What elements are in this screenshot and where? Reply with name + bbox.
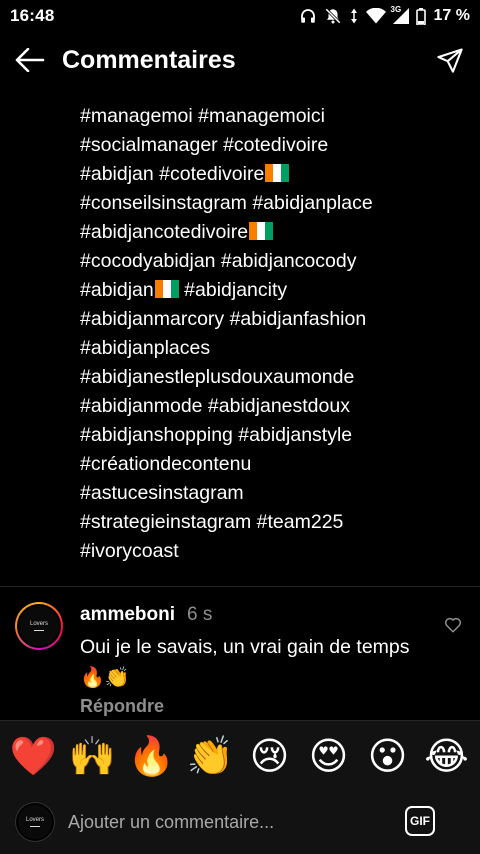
comment-text: Oui je le savais, un vrai gain de temps <box>80 636 410 658</box>
comment-input[interactable]: Ajouter un commentaire... <box>68 812 274 833</box>
caption-line: #astucesinstagram <box>80 479 470 508</box>
ivory-coast-flag-icon <box>249 220 274 240</box>
post-caption: #managemoi #managemoici #socialmanager #… <box>80 102 470 566</box>
caption-line: #conseilsinstagram #abidjanplace <box>80 189 470 218</box>
avatar[interactable]: Lovers <box>15 602 63 650</box>
notifications-off-icon <box>324 8 341 24</box>
caption-text: #abidjanmarcory #abidjanfashion <box>80 308 367 330</box>
ivory-coast-flag-icon <box>154 278 179 298</box>
gif-button[interactable]: GIF <box>405 806 435 836</box>
avatar-frame: Lovers <box>16 803 54 841</box>
avatar-logo-text: Lovers <box>25 817 44 823</box>
caption-text: #socialmanager #cotedivoire <box>80 134 329 156</box>
caption-line: #ivorycoast <box>80 537 470 566</box>
comment-header: ammeboni 6 s <box>80 604 212 626</box>
caption-line: #abidjanmode #abidjanestdoux <box>80 392 470 421</box>
arrow-left-icon <box>15 48 45 72</box>
caption-text: #abidjan <box>80 279 154 301</box>
caption-line: #cocodyabidjan #abidjancocody <box>80 247 470 276</box>
caption-text: #créationdecontenu <box>80 453 252 475</box>
caption-text: #cocodyabidjan #abidjancocody <box>80 250 357 272</box>
caption-line: #abidjanmarcory #abidjanfashion <box>80 305 470 334</box>
battery-percent: 17 % <box>433 7 470 24</box>
wifi-icon <box>365 8 386 24</box>
caption-text: #abidjanmode #abidjanestdoux <box>80 395 350 417</box>
caption-line: #abidjancotedivoire <box>80 218 470 247</box>
status-time: 16:48 <box>10 6 55 25</box>
caption-text: #abidjancity <box>184 279 288 301</box>
reply-button[interactable]: Répondre <box>80 696 164 717</box>
caption-line: #abidjanplaces <box>80 334 470 363</box>
divider <box>0 586 480 587</box>
emoji-clapping-hands-button[interactable]: 👏 <box>187 732 235 780</box>
emoji-crying-face-button[interactable]: 😢 <box>246 732 294 780</box>
caption-text: #conseilsinstagram #abidjanplace <box>80 192 373 214</box>
comment-timestamp: 6 s <box>187 604 213 625</box>
my-avatar: Lovers <box>15 802 55 842</box>
ivory-coast-flag-icon <box>265 162 290 182</box>
avatar-image: Lovers <box>18 805 52 839</box>
caption-line: #abidjan #abidjancity <box>80 276 470 305</box>
page-title: Commentaires <box>62 45 236 74</box>
comment-username[interactable]: ammeboni <box>80 604 175 626</box>
status-bar: 16:48 3G 17 % <box>0 0 480 32</box>
caption-text: #ivorycoast <box>80 540 179 562</box>
emoji-tears-of-joy-button[interactable]: 😂 <box>423 732 471 780</box>
emoji-quick-bar: ❤️ 🙌 🔥 👏 😢 😍 😮 😂 <box>0 720 480 790</box>
caption-line: #managemoi #managemoici <box>80 102 470 131</box>
comment-composer: Lovers Ajouter un commentaire... GIF <box>0 790 480 854</box>
avatar-logo-bar <box>34 630 44 631</box>
cellular-signal: 3G <box>390 5 409 24</box>
caption-text: #abidjanplaces <box>80 337 211 359</box>
caption-text: #abidjanshopping #abidjanstyle <box>80 424 353 446</box>
caption-text: #abidjancotedivoire <box>80 221 249 243</box>
emoji-astonished-face-button[interactable]: 😮 <box>364 732 412 780</box>
battery-icon <box>415 7 426 25</box>
status-icons: 3G 17 % <box>299 5 470 25</box>
caption-line: #socialmanager #cotedivoire <box>80 131 470 160</box>
caption-text: #abidjanestleplusdouxaumonde <box>80 366 355 388</box>
heart-outline-icon[interactable] <box>444 616 462 634</box>
avatar-frame: Lovers <box>17 604 61 648</box>
avatar-image: Lovers <box>19 606 59 646</box>
caption-line: #créationdecontenu <box>80 450 470 479</box>
avatar-logo-bar <box>30 826 40 827</box>
back-button[interactable] <box>0 32 60 88</box>
caption-text: #strategieinstagram #team225 <box>80 511 344 533</box>
caption-line: #strategieinstagram #team225 <box>80 508 470 537</box>
emoji-heart-eyes-button[interactable]: 😍 <box>305 732 353 780</box>
network-type: 3G <box>390 5 402 14</box>
caption-line: #abidjanestleplusdouxaumonde <box>80 363 470 392</box>
emoji-fire-button[interactable]: 🔥 <box>128 732 176 780</box>
caption-text: #astucesinstagram <box>80 482 244 504</box>
caption-text: #abidjan #cotedivoire <box>80 163 265 185</box>
header: Commentaires <box>0 32 480 88</box>
caption-text: #managemoi #managemoici <box>80 105 325 127</box>
share-button[interactable] <box>420 32 480 88</box>
emoji-red-heart-button[interactable]: ❤️ <box>10 732 58 780</box>
caption-line: #abidjan #cotedivoire <box>80 160 470 189</box>
data-arrows-icon <box>350 8 357 24</box>
emoji-raising-hands-button[interactable]: 🙌 <box>69 732 117 780</box>
avatar-logo-text: Lovers <box>29 621 48 627</box>
headphones-icon <box>300 9 315 23</box>
comment-item: Lovers ammeboni 6 s Oui je le savais, un… <box>0 596 480 720</box>
comment-emojis: 🔥👏 <box>80 665 130 689</box>
caption-line: #abidjanshopping #abidjanstyle <box>80 421 470 450</box>
paper-plane-icon <box>437 48 463 73</box>
